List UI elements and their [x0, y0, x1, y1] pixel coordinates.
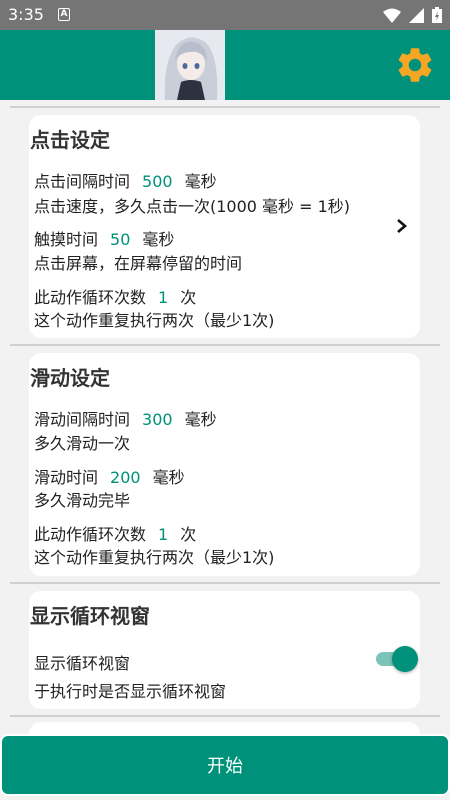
click-interval-label: 点击间隔时间: [34, 172, 131, 191]
battery-icon: [432, 7, 442, 23]
gear-icon[interactable]: [394, 44, 436, 86]
loop-window-toggle-label: 显示循环视窗: [34, 654, 131, 673]
touch-time-row[interactable]: 触摸时间 50 毫秒: [34, 226, 174, 250]
status-bar: 3:35 A: [0, 0, 450, 30]
swipe-interval-desc: 多久滑动一次: [34, 434, 131, 453]
click-interval-unit: 毫秒: [184, 172, 217, 191]
click-interval-value[interactable]: 500: [142, 172, 173, 191]
touch-time-label: 触摸时间: [34, 230, 99, 249]
swipe-settings-title: 滑动设定: [30, 366, 110, 390]
click-loop-desc: 这个动作重复执行两次（最少1次): [34, 311, 275, 330]
signal-icon: [409, 7, 424, 23]
swipe-loop-row[interactable]: 此动作循环次数 1 次: [34, 521, 196, 545]
loop-window-title: 显示循环视窗: [30, 604, 150, 628]
click-interval-row[interactable]: 点击间隔时间 500 毫秒: [34, 168, 217, 192]
divider: [10, 715, 440, 717]
click-loop-row[interactable]: 此动作循环次数 1 次: [34, 284, 196, 308]
status-icons: [383, 7, 442, 23]
click-interval-desc: 点击速度，多久点击一次(1000 毫秒 = 1秒): [34, 197, 351, 216]
toggle-knob: [392, 646, 418, 672]
touch-time-desc: 点击屏幕，在屏幕停留的时间: [34, 254, 243, 273]
anime-girl-avatar-icon: [155, 30, 225, 100]
avatar: [155, 30, 225, 100]
swipe-interval-unit: 毫秒: [184, 410, 217, 429]
swipe-duration-desc: 多久滑动完毕: [34, 491, 131, 510]
click-loop-unit: 次: [180, 288, 197, 307]
swipe-duration-row[interactable]: 滑动时间 200 毫秒: [34, 464, 185, 488]
divider: [10, 106, 440, 108]
divider: [10, 344, 440, 346]
settings-list[interactable]: 点击设定 点击间隔时间 500 毫秒 点击速度，多久点击一次(1000 毫秒 =…: [0, 100, 450, 736]
status-time: 3:35: [8, 5, 44, 24]
swipe-duration-unit: 毫秒: [152, 468, 185, 487]
touch-time-value[interactable]: 50: [110, 230, 130, 249]
click-settings-title: 点击设定: [30, 128, 110, 152]
swipe-duration-value[interactable]: 200: [110, 468, 141, 487]
swipe-loop-unit: 次: [180, 525, 197, 544]
swipe-loop-label: 此动作循环次数: [34, 525, 147, 544]
chevron-right-icon[interactable]: [395, 218, 409, 234]
click-loop-value[interactable]: 1: [158, 288, 168, 307]
divider: [10, 582, 440, 584]
loop-window-toggle-desc: 于执行时是否显示循环视窗: [34, 682, 227, 701]
swipe-interval-row[interactable]: 滑动间隔时间 300 毫秒: [34, 406, 217, 430]
app-header: [0, 30, 450, 100]
loop-window-toggle[interactable]: [374, 646, 418, 672]
swipe-interval-label: 滑动间隔时间: [34, 410, 131, 429]
swipe-loop-value[interactable]: 1: [158, 525, 168, 544]
click-loop-label: 此动作循环次数: [34, 288, 147, 307]
start-button[interactable]: 开始: [0, 734, 450, 796]
notification-a-icon: A: [58, 8, 70, 21]
swipe-loop-desc: 这个动作重复执行两次（最少1次): [34, 548, 275, 567]
swipe-interval-value[interactable]: 300: [142, 410, 173, 429]
swipe-duration-label: 滑动时间: [34, 468, 99, 487]
touch-time-unit: 毫秒: [142, 230, 175, 249]
wifi-icon: [383, 8, 401, 23]
